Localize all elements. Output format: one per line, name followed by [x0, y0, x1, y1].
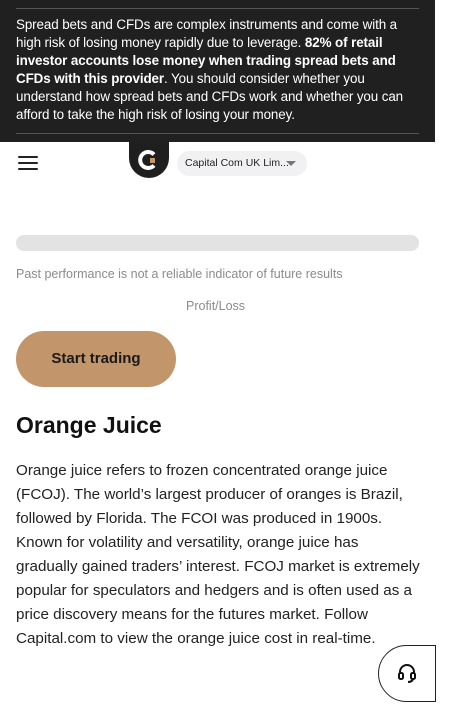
hamburger-icon[interactable]: [18, 156, 38, 170]
entity-select[interactable]: Capital Com UK Lim...: [177, 151, 307, 176]
capital-com-logo[interactable]: [129, 142, 169, 178]
divider: [16, 133, 419, 134]
site-header: Capital Com UK Lim...: [0, 142, 435, 186]
risk-warning-banner: Spread bets and CFDs are complex instrum…: [0, 0, 435, 142]
page-title: Orange Juice: [16, 412, 162, 438]
risk-warning-text: Spread bets and CFDs are complex instrum…: [16, 16, 420, 124]
past-performance-disclaimer: Past performance is not a reliable indic…: [16, 267, 343, 281]
article-description: Orange juice refers to frozen concentrat…: [16, 462, 420, 647]
support-chat-button[interactable]: [378, 645, 436, 702]
entity-select-label: Capital Com UK Lim...: [185, 157, 289, 169]
headset-icon: [398, 664, 416, 683]
chevron-down-icon: [286, 161, 296, 166]
start-trading-button[interactable]: Start trading: [16, 331, 176, 387]
divider: [16, 8, 419, 9]
calculator-slider-track[interactable]: [16, 235, 419, 251]
profit-loss-label: Profit/Loss: [186, 299, 246, 313]
